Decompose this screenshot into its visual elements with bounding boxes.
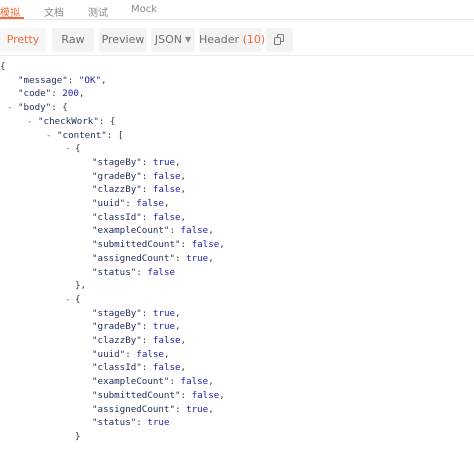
json-key: "status" <box>92 417 137 429</box>
json-key: "uuid" <box>92 348 126 360</box>
response-tab-bar: 模拟 文档 测试 Mock <box>0 0 474 20</box>
json-line: "stageBy": true, <box>92 307 181 319</box>
json-line: "submittedCount": false, <box>92 389 225 401</box>
json-line: "clazzBy": false, <box>92 335 187 346</box>
format-select[interactable]: JSON ▼ <box>151 28 195 52</box>
json-value: true <box>152 307 176 319</box>
json-key: "assignedCount" <box>92 252 175 264</box>
json-key: "gradeBy" <box>92 170 142 182</box>
pretty-button[interactable]: Pretty <box>0 28 46 52</box>
chevron-down-icon: ▼ <box>184 35 192 44</box>
json-line: - "checkWork": { <box>27 115 116 129</box>
json-key: "code" <box>18 88 52 100</box>
json-line: }, <box>75 280 87 292</box>
collapse-toggle[interactable]: - <box>46 129 52 143</box>
json-line: "uuid": false, <box>92 348 170 360</box>
json-value: false <box>180 225 209 237</box>
tab-docs[interactable]: 文档 <box>44 4 64 19</box>
json-line: -{ <box>65 293 81 307</box>
copy-icon <box>274 34 284 45</box>
json-line: - "content": [ <box>46 129 124 143</box>
copy-button[interactable] <box>266 28 293 52</box>
json-key: "gradeBy" <box>92 321 142 333</box>
json-line: "status": false <box>92 266 176 278</box>
json-value: false <box>147 266 176 278</box>
json-value: false <box>152 170 181 182</box>
json-line: "submittedCount": false, <box>92 239 225 251</box>
json-key: "submittedCount" <box>92 389 181 401</box>
json-value: true <box>186 403 209 415</box>
json-key: "assignedCount" <box>92 403 175 415</box>
collapse-toggle[interactable]: - <box>7 101 13 115</box>
json-line: "uuid": false, <box>92 198 170 209</box>
json-key: "classId" <box>92 362 142 374</box>
collapse-toggle[interactable]: - <box>65 142 71 156</box>
json-line: "classId": false, <box>92 362 187 374</box>
json-line: { <box>0 61 6 72</box>
json-key: "clazzBy" <box>92 184 142 196</box>
json-value: false <box>191 239 220 251</box>
json-value: true <box>186 252 209 264</box>
json-value: true <box>152 156 176 168</box>
json-line: "message": "OK", <box>18 74 107 86</box>
json-key: "content" <box>57 129 107 141</box>
json-value: "OK" <box>78 74 102 86</box>
json-line: "gradeBy": false, <box>92 170 187 182</box>
json-value: false <box>152 362 181 374</box>
json-key: "body" <box>18 102 52 114</box>
json-value: 200 <box>62 88 79 100</box>
json-line: } <box>75 430 81 442</box>
json-value: true <box>152 321 176 333</box>
json-key: "exampleCount" <box>92 376 170 388</box>
json-line: "clazzBy": false, <box>92 184 187 196</box>
json-value: false <box>191 389 220 401</box>
json-value: false <box>152 184 181 196</box>
json-value: false <box>180 376 209 388</box>
json-line: - "body": { <box>7 101 68 115</box>
json-line: "exampleCount": false, <box>92 225 214 237</box>
json-line: "status": true <box>92 417 170 429</box>
json-line: -{ <box>65 142 81 156</box>
json-line: "code": 200, <box>18 88 85 100</box>
json-key: "stageBy" <box>92 156 142 168</box>
collapse-toggle[interactable]: - <box>65 293 71 307</box>
json-line: "assignedCount": true, <box>92 252 214 264</box>
json-value: false <box>152 211 181 223</box>
json-key: "checkWork" <box>38 115 99 127</box>
tab-mock[interactable]: Mock <box>131 4 157 15</box>
json-key: "status" <box>92 266 137 278</box>
json-value: false <box>136 198 164 209</box>
json-line: "exampleCount": false, <box>92 376 214 388</box>
json-value: true <box>147 417 170 429</box>
tab-test[interactable]: 测试 <box>88 4 108 19</box>
json-key: "uuid" <box>92 198 126 209</box>
json-key: "exampleCount" <box>92 225 170 237</box>
json-key: "clazzBy" <box>92 335 142 346</box>
raw-button[interactable]: Raw <box>52 28 94 52</box>
active-tab-indicator <box>0 17 24 19</box>
collapse-toggle[interactable]: - <box>27 115 33 129</box>
json-key: "stageBy" <box>92 307 142 319</box>
json-line: "stageBy": true, <box>92 156 181 168</box>
json-key: "classId" <box>92 211 142 223</box>
toolbar-divider <box>0 55 474 56</box>
json-line: "assignedCount": true, <box>92 403 214 415</box>
json-key: "message" <box>18 74 68 86</box>
json-line: "classId": false, <box>92 211 187 223</box>
format-select-value: JSON <box>154 33 182 46</box>
preview-button[interactable]: Preview <box>99 28 147 52</box>
json-line: "gradeBy": true, <box>92 321 181 333</box>
json-key: "submittedCount" <box>92 239 181 251</box>
header-button[interactable]: Header (10) <box>199 28 265 52</box>
header-count-badge: (10) <box>242 33 266 46</box>
json-value: false <box>152 335 181 346</box>
json-value: false <box>136 348 164 360</box>
header-button-label: Header <box>199 33 240 46</box>
